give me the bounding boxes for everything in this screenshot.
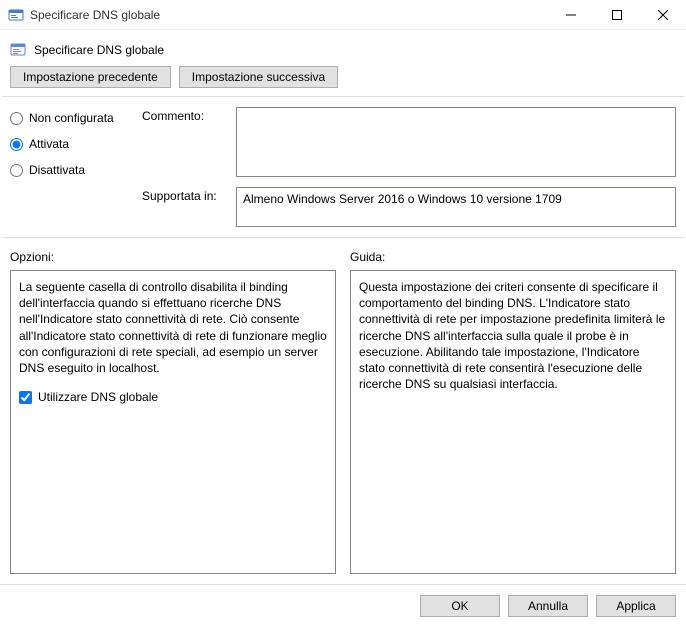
window-title: Specificare DNS globale — [30, 8, 548, 22]
ok-button[interactable]: OK — [420, 595, 500, 617]
options-text: La seguente casella di controllo disabil… — [19, 279, 327, 376]
radio-not-configured[interactable]: Non configurata — [10, 111, 130, 125]
apply-button[interactable]: Applica — [596, 595, 676, 617]
footer-buttons: OK Annulla Applica — [0, 584, 686, 627]
global-dns-checkbox-row[interactable]: Utilizzare DNS globale — [19, 390, 327, 404]
global-dns-checkbox-label: Utilizzare DNS globale — [38, 390, 158, 404]
supported-row: Supportata in: Almeno Windows Server 201… — [142, 187, 676, 227]
radio-enabled-input[interactable] — [10, 138, 23, 151]
comment-field[interactable] — [236, 107, 676, 177]
cancel-button[interactable]: Annulla — [508, 595, 588, 617]
header: Specificare DNS globale — [0, 30, 686, 66]
radio-not-configured-input[interactable] — [10, 112, 23, 125]
page-title: Specificare DNS globale — [34, 43, 164, 57]
guide-box: Questa impostazione dei criteri consente… — [350, 270, 676, 574]
radio-disabled-label: Disattivata — [29, 163, 85, 177]
config-row: Non configurata Attivata Disattivata Com… — [0, 97, 686, 227]
policy-icon — [10, 42, 26, 58]
radio-enabled-label: Attivata — [29, 137, 69, 151]
radio-enabled[interactable]: Attivata — [10, 137, 130, 151]
titlebar: Specificare DNS globale — [0, 0, 686, 30]
guide-col: Guida: Questa impostazione dei criteri c… — [350, 250, 676, 574]
radio-disabled-input[interactable] — [10, 164, 23, 177]
radio-not-configured-label: Non configurata — [29, 111, 114, 125]
maximize-button[interactable] — [594, 0, 640, 30]
app-icon — [8, 7, 24, 23]
global-dns-checkbox[interactable] — [19, 391, 32, 404]
options-label: Opzioni: — [10, 250, 336, 264]
options-box: La seguente casella di controllo disabil… — [10, 270, 336, 574]
comment-label: Commento: — [142, 107, 228, 123]
comment-row: Commento: — [142, 107, 676, 177]
close-button[interactable] — [640, 0, 686, 30]
guide-text: Questa impostazione dei criteri consente… — [359, 279, 667, 392]
nav-buttons: Impostazione precedente Impostazione suc… — [0, 66, 686, 96]
options-col: Opzioni: La seguente casella di controll… — [10, 250, 336, 574]
radio-disabled[interactable]: Disattivata — [10, 163, 130, 177]
minimize-button[interactable] — [548, 0, 594, 30]
supported-field: Almeno Windows Server 2016 o Windows 10 … — [236, 187, 676, 227]
divider-2 — [2, 237, 684, 238]
supported-label: Supportata in: — [142, 187, 228, 203]
guide-label: Guida: — [350, 250, 676, 264]
window-controls — [548, 0, 686, 30]
next-setting-button[interactable]: Impostazione successiva — [179, 66, 338, 88]
content-row: Opzioni: La seguente casella di controll… — [0, 250, 686, 574]
prev-setting-button[interactable]: Impostazione precedente — [10, 66, 171, 88]
state-radios: Non configurata Attivata Disattivata — [10, 107, 130, 227]
meta-fields: Commento: Supportata in: Almeno Windows … — [142, 107, 676, 227]
